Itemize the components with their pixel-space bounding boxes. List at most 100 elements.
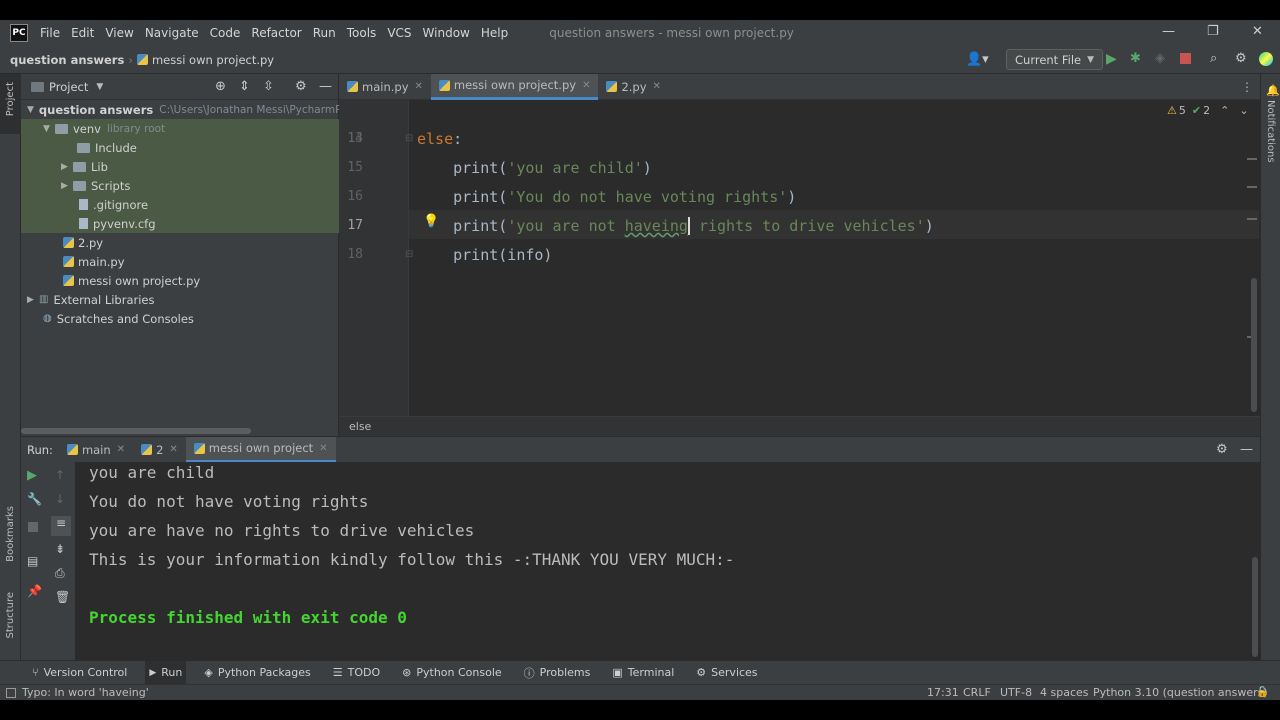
typo-word[interactable]: haveing [625, 217, 688, 235]
tree-item-gitignore[interactable]: .gitignore [21, 195, 339, 214]
close-icon[interactable]: ✕ [582, 80, 590, 91]
print-icon[interactable]: ⎙ [55, 566, 65, 581]
tool-run[interactable]: ▶ Run [145, 660, 187, 685]
tree-item-pyvenv[interactable]: pyvenv.cfg [21, 214, 339, 233]
run-icon[interactable]: ▶ [1106, 51, 1117, 67]
bookmarks-tool-label[interactable]: Bookmarks [5, 506, 16, 562]
tool-python-packages[interactable]: ◈ Python Packages [200, 661, 314, 685]
breadcrumb-file[interactable]: messi own project.py [152, 53, 274, 67]
tree-item-include[interactable]: Include [21, 138, 339, 157]
horizontal-scrollbar[interactable] [21, 428, 251, 434]
trash-icon[interactable]: 🗑 [55, 590, 70, 604]
scroll-up-icon[interactable]: ↑ [55, 468, 65, 482]
vertical-scrollbar[interactable] [1252, 557, 1258, 657]
close-icon[interactable]: ✕ [1252, 24, 1263, 39]
status-line-separator[interactable]: CRLF [963, 686, 991, 699]
tool-terminal[interactable]: ▣ Terminal [608, 661, 678, 685]
project-panel-title[interactable]: Project [49, 80, 88, 94]
menu-code[interactable]: Code [210, 26, 241, 40]
error-stripe-mark[interactable] [1247, 158, 1257, 160]
rerun-icon[interactable]: ▶ [27, 468, 37, 483]
lock-icon[interactable]: 🔓 [1256, 687, 1268, 698]
tree-item-scripts[interactable]: ▶ Scripts [21, 176, 339, 195]
collapse-all-icon[interactable]: ⇳ [263, 79, 274, 94]
fold-icon[interactable]: ⊟ [405, 133, 413, 144]
menu-tools[interactable]: Tools [347, 26, 377, 40]
menu-file[interactable]: File [40, 26, 60, 40]
tab-2-py[interactable]: 2.py ✕ [598, 74, 668, 100]
more-tabs-icon[interactable]: ⋮ [1241, 80, 1253, 94]
scroll-to-end-icon[interactable]: ⇟ [55, 542, 65, 556]
restore-icon[interactable]: ❐ [1207, 24, 1219, 39]
status-position[interactable]: 17:31 [927, 686, 959, 699]
gear-icon[interactable]: ⚙ [1235, 51, 1247, 66]
menu-help[interactable]: Help [481, 26, 508, 40]
menu-edit[interactable]: Edit [71, 26, 94, 40]
breadcrumb-project[interactable]: question answers [10, 53, 124, 67]
bell-icon[interactable]: 🔔 [1266, 84, 1280, 97]
scroll-down-icon[interactable]: ↓ [55, 492, 65, 506]
toggle-tool-windows-icon[interactable] [6, 687, 16, 698]
ide-logo-icon[interactable] [1259, 52, 1273, 66]
layout-icon[interactable]: ▤ [27, 554, 38, 568]
run-console[interactable]: you are child You do not have voting rig… [75, 462, 1260, 660]
tab-main-py[interactable]: main.py ✕ [339, 74, 431, 100]
coverage-icon[interactable]: ◈ [1155, 51, 1165, 66]
tree-item-scratches[interactable]: ◍ Scratches and Consoles [21, 309, 339, 328]
soft-wrap-icon[interactable]: ≡ [51, 516, 71, 536]
close-icon[interactable]: ✕ [653, 81, 661, 92]
chevron-down-icon[interactable]: ▼ [96, 82, 103, 92]
search-icon[interactable]: ⌕ [1210, 51, 1217, 66]
user-icon[interactable]: 👤▾ [966, 52, 989, 67]
tab-messi-own-project[interactable]: messi own project.py ✕ [430, 73, 599, 100]
status-encoding[interactable]: UTF-8 [1000, 686, 1032, 699]
tree-item-messi-own-project[interactable]: messi own project.py [21, 271, 339, 290]
tool-todo[interactable]: ☰ TODO [329, 661, 384, 685]
menu-vcs[interactable]: VCS [387, 26, 411, 40]
run-tab-main[interactable]: main ✕ [59, 437, 133, 463]
minimize-icon[interactable]: — [1162, 24, 1175, 39]
error-stripe-mark[interactable] [1247, 218, 1257, 220]
project-tool-label[interactable]: Project [5, 82, 16, 116]
breadcrumb-else[interactable]: else [349, 420, 371, 433]
status-interpreter[interactable]: Python 3.10 (question answers) [1093, 686, 1268, 699]
debug-icon[interactable]: ✱ [1130, 51, 1141, 66]
stop-icon[interactable] [28, 522, 38, 532]
close-icon[interactable]: ✕ [169, 444, 177, 455]
locate-icon[interactable]: ⊕ [215, 79, 226, 94]
tree-item-external-libraries[interactable]: ▶ ▥ External Libraries [21, 290, 339, 309]
run-tab-2[interactable]: 2 ✕ [133, 437, 186, 463]
menu-view[interactable]: View [105, 26, 133, 40]
inspection-widget[interactable]: ⚠ 5 ✔ 2 ⌃ ⌄ [1167, 104, 1249, 117]
code-editor[interactable]: 13 14 15 16 17 18 ⊟ 💡 ⊟ ⚠ 5 ✔ 2 ⌃ ⌄ else… [339, 100, 1260, 416]
tree-item-lib[interactable]: ▶ Lib [21, 157, 339, 176]
menu-refactor[interactable]: Refactor [251, 26, 301, 40]
gear-icon[interactable]: ⚙ [295, 79, 307, 94]
vertical-scrollbar[interactable] [1251, 278, 1257, 412]
menu-navigate[interactable]: Navigate [145, 26, 199, 40]
tool-problems[interactable]: ⓘ Problems [520, 661, 595, 685]
tree-item-root[interactable]: ▼ question answers C:\Users\Jonathan Mes… [21, 100, 346, 119]
expand-all-icon[interactable]: ⇕ [239, 79, 250, 94]
tool-version-control[interactable]: ⑂ Version Control [28, 661, 131, 685]
wrench-icon[interactable]: 🔧 [27, 492, 42, 506]
close-icon[interactable]: ✕ [415, 81, 423, 92]
structure-tool-label[interactable]: Structure [5, 592, 16, 639]
tree-item-mainpy[interactable]: main.py [21, 252, 339, 271]
run-config-dropdown[interactable]: Current File ▼ [1006, 49, 1104, 70]
notifications-tool-label[interactable]: Notifications [1265, 100, 1276, 163]
stop-icon[interactable] [1180, 53, 1191, 64]
tree-item-2py[interactable]: 2.py [21, 233, 339, 252]
fold-end-icon[interactable]: ⊟ [405, 249, 413, 260]
hide-icon[interactable]: — [319, 79, 332, 94]
error-stripe-mark[interactable] [1247, 186, 1257, 188]
run-tab-messi-own-project[interactable]: messi own project ✕ [185, 436, 336, 463]
hide-icon[interactable]: — [1240, 442, 1253, 457]
chevron-down-icon[interactable]: ⌄ [1239, 104, 1248, 117]
pin-icon[interactable]: 📌 [27, 584, 42, 598]
chevron-up-icon[interactable]: ⌃ [1220, 104, 1229, 117]
tree-item-venv[interactable]: ▼ venv library root [21, 119, 339, 138]
close-icon[interactable]: ✕ [117, 444, 125, 455]
tool-python-console[interactable]: ⊛ Python Console [398, 661, 506, 685]
status-indent[interactable]: 4 spaces [1040, 686, 1089, 699]
